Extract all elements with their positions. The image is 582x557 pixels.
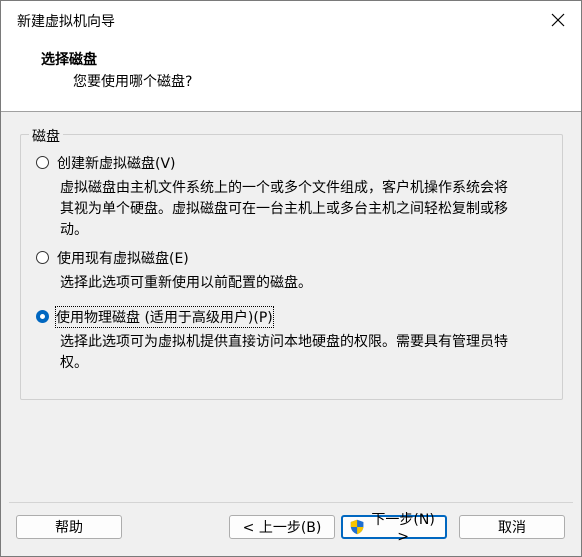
help-button[interactable]: 帮助 bbox=[16, 515, 122, 539]
description-line: 其视为单个硬盘。虚拟磁盘可在一台主机上或多台主机之间轻松复制或移 bbox=[60, 201, 508, 217]
wizard-header: 选择磁盘 您要使用哪个磁盘? bbox=[1, 39, 581, 112]
description-line: 动。 bbox=[60, 222, 88, 238]
window-title: 新建虚拟机向导 bbox=[17, 14, 115, 30]
help-button-label: 帮助 bbox=[55, 520, 83, 536]
radio-use-physical-disk[interactable] bbox=[36, 310, 49, 323]
page-title: 选择磁盘 bbox=[41, 52, 97, 68]
footer-separator bbox=[9, 502, 573, 503]
description-line: 选择此选项可重新使用以前配置的磁盘。 bbox=[60, 275, 312, 291]
close-icon bbox=[551, 13, 565, 27]
disk-group-legend: 磁盘 bbox=[29, 126, 63, 146]
next-button-label: 下一步(N) > bbox=[371, 512, 435, 545]
uac-shield-icon bbox=[350, 519, 364, 535]
option-description-create-new-disk: 虚拟磁盘由主机文件系统上的一个或多个文件组成，客户机操作系统会将 其视为单个硬盘… bbox=[60, 178, 552, 241]
radio-use-existing-disk[interactable] bbox=[36, 251, 49, 264]
description-line: 选择此选项可为虚拟机提供直接访问本地硬盘的权限。需要具有管理员特 bbox=[60, 334, 508, 350]
option-label-create-new-disk[interactable]: 创建新虚拟磁盘(V) bbox=[57, 153, 176, 173]
description-line: 虚拟磁盘由主机文件系统上的一个或多个文件组成，客户机操作系统会将 bbox=[60, 180, 508, 196]
close-button[interactable] bbox=[535, 1, 581, 39]
option-label-use-existing-disk[interactable]: 使用现有虚拟磁盘(E) bbox=[57, 248, 189, 268]
next-button[interactable]: 下一步(N) > bbox=[341, 512, 447, 545]
new-vm-wizard-window: 新建虚拟机向导 选择磁盘 您要使用哪个磁盘? 磁盘 创建新虚拟磁盘(V) 虚拟磁… bbox=[0, 0, 582, 557]
back-button[interactable]: < 上一步(B) bbox=[229, 515, 335, 539]
cancel-button-label: 取消 bbox=[498, 520, 526, 536]
title-bar: 新建虚拟机向导 bbox=[1, 1, 581, 39]
radio-create-new-disk[interactable] bbox=[36, 156, 49, 169]
option-description-use-existing-disk: 选择此选项可重新使用以前配置的磁盘。 bbox=[60, 273, 552, 294]
description-line: 权。 bbox=[60, 355, 88, 371]
back-button-label: < 上一步(B) bbox=[242, 520, 322, 536]
option-label-use-physical-disk[interactable]: 使用物理磁盘 (适用于高级用户)(P) bbox=[55, 306, 274, 328]
page-subtitle: 您要使用哪个磁盘? bbox=[73, 74, 193, 90]
cancel-button[interactable]: 取消 bbox=[459, 515, 565, 539]
option-description-use-physical-disk: 选择此选项可为虚拟机提供直接访问本地硬盘的权限。需要具有管理员特 权。 bbox=[60, 332, 552, 374]
